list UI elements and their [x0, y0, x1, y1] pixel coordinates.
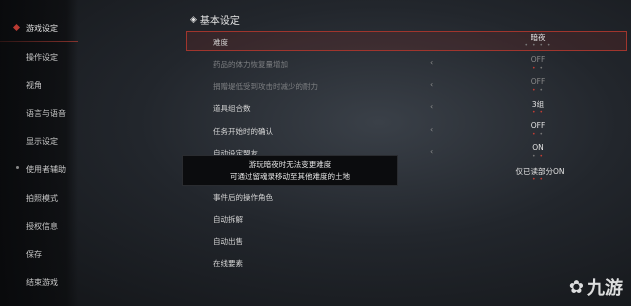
chevron-left-icon[interactable]: ‹ — [430, 102, 433, 111]
setting-value-potion-recovery: OFF — [530, 55, 546, 64]
chevron-left-icon[interactable]: ‹ — [430, 125, 433, 134]
value-indicator-dots: • • — [531, 109, 544, 116]
setting-label-online[interactable]: 在线要素 — [213, 258, 243, 269]
value-indicator-dots: • • — [532, 65, 544, 72]
value-indicator-dots: • • — [532, 131, 544, 138]
bullet-icon — [16, 166, 19, 169]
chevron-left-icon[interactable]: ‹ — [430, 58, 433, 67]
setting-label-quest-confirm[interactable]: 任务开始时的确认 — [213, 126, 273, 137]
value-indicator-dots: • • — [532, 87, 544, 94]
setting-label-post-event-character[interactable]: 事件后的操作角色 — [213, 192, 273, 203]
watermark-text: 九游 — [587, 278, 623, 299]
active-underline — [0, 41, 78, 42]
jiuyou-logo-icon: ✿ — [568, 276, 584, 298]
tooltip-line-1: 游玩暗夜时无法变更难度 — [248, 160, 332, 169]
setting-value-quest-confirm: OFF — [530, 121, 546, 130]
value-indicator-dots: • • — [532, 153, 544, 160]
sidebar-item-quit[interactable]: 结束游戏 — [26, 277, 58, 288]
value-indicator-dots: • • — [531, 176, 544, 183]
setting-value-auto-ally: ON — [532, 143, 544, 152]
value-indicator-dots: • • • • — [524, 42, 552, 49]
sidebar-item-license[interactable]: 授权信息 — [26, 221, 58, 232]
diamond-icon: ◈ — [190, 14, 197, 25]
section-title: 基本设定 — [199, 16, 240, 27]
sidebar-item-camera[interactable]: 视角 — [26, 80, 42, 91]
setting-label-item-combos[interactable]: 道具组合数 — [213, 103, 251, 114]
setting-label-auto-sell[interactable]: 自动出售 — [213, 236, 243, 247]
setting-value-stamina-reduction: OFF — [530, 77, 546, 86]
tooltip-line-2: 可通过留魂录移动至其他难度的土地 — [230, 172, 350, 181]
watermark: ✿ 九游 — [569, 274, 623, 300]
sidebar-item-controls[interactable]: 操作设定 — [26, 52, 58, 63]
chevron-left-icon[interactable]: ‹ — [430, 80, 433, 89]
sidebar-item-photo-mode[interactable]: 拍照模式 — [26, 193, 58, 204]
section-header: ◈ 基本设定 — [190, 12, 240, 28]
setting-label-potion-recovery[interactable]: 药品的体力恢复量增加 — [213, 59, 288, 70]
active-indicator-icon — [12, 23, 21, 32]
sidebar: 游戏设定 操作设定 视角 语言与语音 显示设定 使用者辅助 拍照模式 授权信息 … — [0, 0, 78, 306]
setting-label-auto-dismantle[interactable]: 自动拆解 — [213, 214, 243, 225]
sidebar-item-save[interactable]: 保存 — [26, 249, 42, 260]
sidebar-item-display[interactable]: 显示设定 — [26, 136, 58, 147]
setting-label-difficulty[interactable]: 难度 — [213, 37, 228, 48]
setting-label-stamina-reduction[interactable]: 捐赠堤低受到攻击时减少的耐力 — [213, 81, 318, 92]
sidebar-item-game-settings[interactable]: 游戏设定 — [26, 23, 58, 34]
chevron-left-icon[interactable]: ‹ — [430, 147, 433, 156]
sidebar-item-accessibility[interactable]: 使用者辅助 — [26, 164, 66, 175]
tooltip-popup: 游玩暗夜时无法变更难度 可通过留魂录移动至其他难度的土地 — [182, 155, 398, 186]
sidebar-item-language[interactable]: 语言与语音 — [26, 108, 66, 119]
